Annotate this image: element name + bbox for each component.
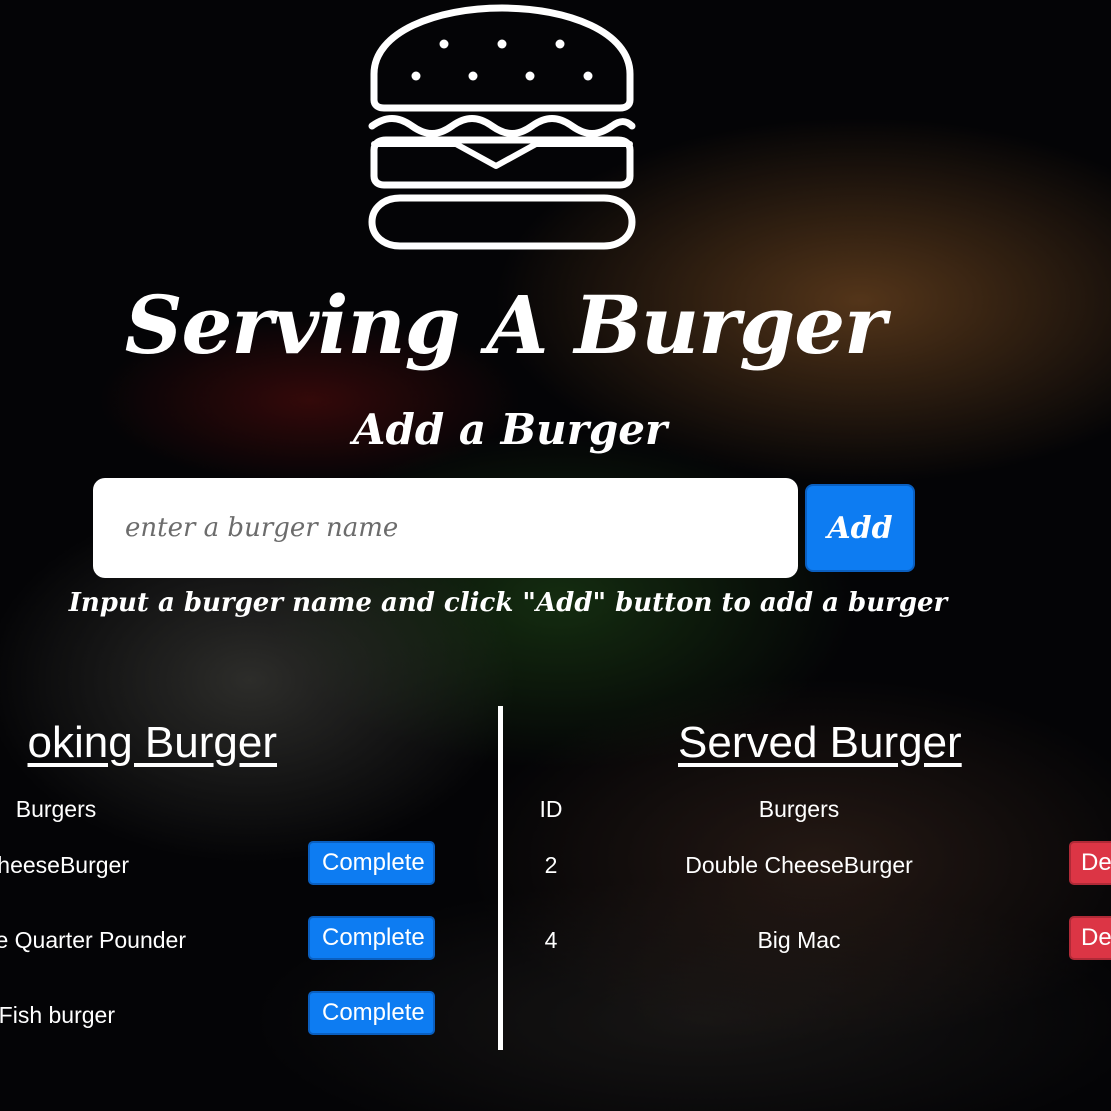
complete-button[interactable]: Complete <box>308 916 435 960</box>
add-button[interactable]: Add <box>805 484 915 572</box>
served-row-name: Big Mac <box>757 927 841 953</box>
delete-button[interactable]: De <box>1069 916 1111 960</box>
page-title: Serving A Burger <box>124 278 886 372</box>
complete-button[interactable]: Complete <box>308 841 435 885</box>
cooking-row-name: e Quarter Pounder <box>0 927 186 953</box>
served-row-id: 4 <box>544 927 558 953</box>
cooking-burgers-column-header: Burgers <box>15 796 97 822</box>
served-burger-heading: Served Burger <box>678 718 962 767</box>
add-hint-text: Input a burger name and click "Add" butt… <box>68 588 948 618</box>
served-burgers-column-header: Burgers <box>758 796 840 822</box>
burger-icon <box>368 4 636 250</box>
burger-name-input[interactable] <box>93 478 798 578</box>
cooking-row-name: Fish burger <box>0 1002 115 1028</box>
delete-button[interactable]: De <box>1069 841 1111 885</box>
add-burger-heading: Add a Burger <box>352 405 668 454</box>
served-id-column-header: ID <box>539 796 563 822</box>
served-row-id: 2 <box>544 852 558 878</box>
served-row-name: Double CheeseBurger <box>685 852 913 878</box>
section-divider <box>498 706 503 1050</box>
complete-button[interactable]: Complete <box>308 991 435 1035</box>
cooking-burger-heading: oking Burger <box>27 718 277 767</box>
cooking-row-name: heeseBurger <box>0 852 129 878</box>
